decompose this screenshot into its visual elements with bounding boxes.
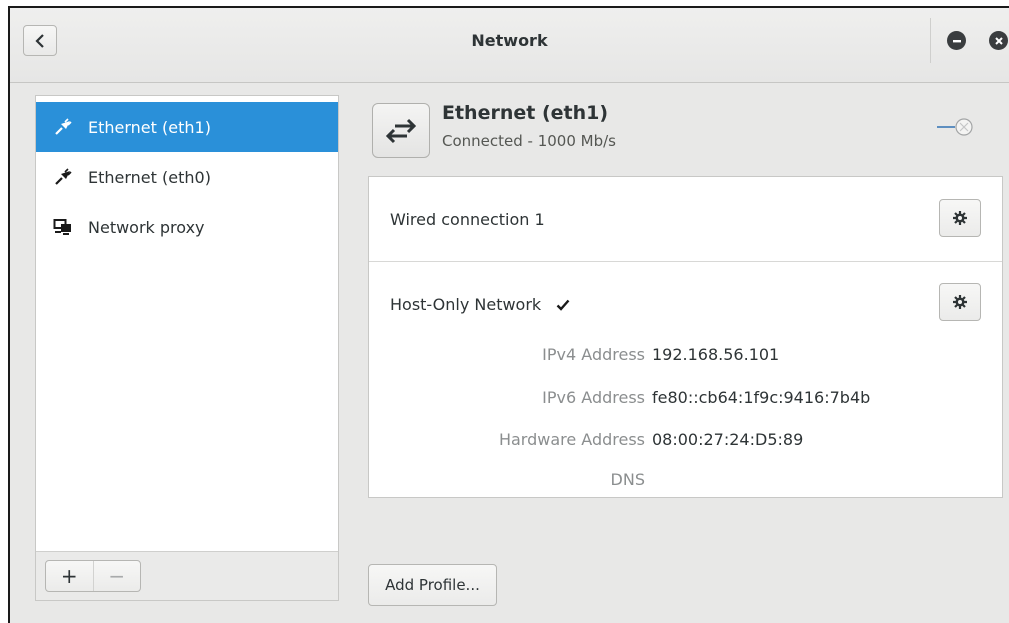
connection-profiles-card: Wired connection 1 Host-Only Network IPv… [368, 176, 1003, 498]
sidebar-item-ethernet-eth0[interactable]: Ethernet (eth0) [36, 152, 338, 202]
sidebar-item-ethernet-eth1[interactable]: Ethernet (eth1) [36, 102, 338, 152]
hardware-address-value: 08:00:27:24:D5:89 [652, 430, 804, 449]
gear-icon [953, 295, 967, 309]
add-profile-button[interactable]: Add Profile... [368, 564, 497, 606]
ethernet-plug-icon [52, 167, 74, 187]
close-button[interactable] [989, 31, 1008, 50]
minimize-button[interactable] [947, 31, 966, 50]
hardware-address-label: Hardware Address [498, 430, 645, 449]
host-only-settings-button[interactable] [939, 283, 981, 321]
ipv4-address-value: 192.168.56.101 [652, 345, 780, 364]
header-separator [930, 18, 931, 63]
sidebar-item-label: Ethernet (eth0) [88, 167, 211, 187]
dns-label: DNS [610, 470, 645, 489]
wired-connection-settings-button[interactable] [939, 199, 981, 237]
connection-name-label: Host-Only Network [390, 295, 542, 314]
interface-status: Connected - 1000 Mb/s [442, 132, 616, 150]
network-transfer-arrows-icon [372, 103, 430, 158]
network-proxy-icon [52, 217, 74, 237]
ipv4-address-label: IPv4 Address [542, 345, 645, 364]
minimize-icon [952, 39, 961, 42]
row-separator [369, 261, 1002, 262]
network-settings-window: Network Ethernet (eth1) Ethernet (eth0) … [8, 6, 1009, 623]
window-title: Network [471, 31, 548, 50]
gear-icon [953, 211, 967, 225]
ipv6-address-value: fe80::cb64:1f9c:9416:7b4b [652, 388, 871, 407]
remove-device-button[interactable]: − [94, 561, 141, 591]
checkmark-icon [556, 299, 570, 311]
sidebar-item-label: Network proxy [88, 217, 205, 237]
sidebar-item-label: Ethernet (eth1) [88, 117, 211, 137]
add-device-button[interactable]: + [46, 561, 94, 591]
header-bar: Network [10, 8, 1009, 83]
interface-toggle-switch[interactable] [935, 116, 975, 138]
device-sidebar: Ethernet (eth1) Ethernet (eth0) Network … [35, 95, 339, 601]
interface-name: Ethernet (eth1) [442, 102, 609, 124]
sidebar-footer: + − [36, 551, 338, 600]
ipv6-address-label: IPv6 Address [542, 388, 645, 407]
connection-name-wired-1: Wired connection 1 [390, 210, 545, 229]
ethernet-plug-icon [52, 117, 74, 137]
close-icon [994, 36, 1003, 45]
add-remove-group: + − [45, 560, 141, 592]
sidebar-item-network-proxy[interactable]: Network proxy [36, 202, 338, 252]
connection-name-host-only: Host-Only Network [390, 295, 570, 314]
